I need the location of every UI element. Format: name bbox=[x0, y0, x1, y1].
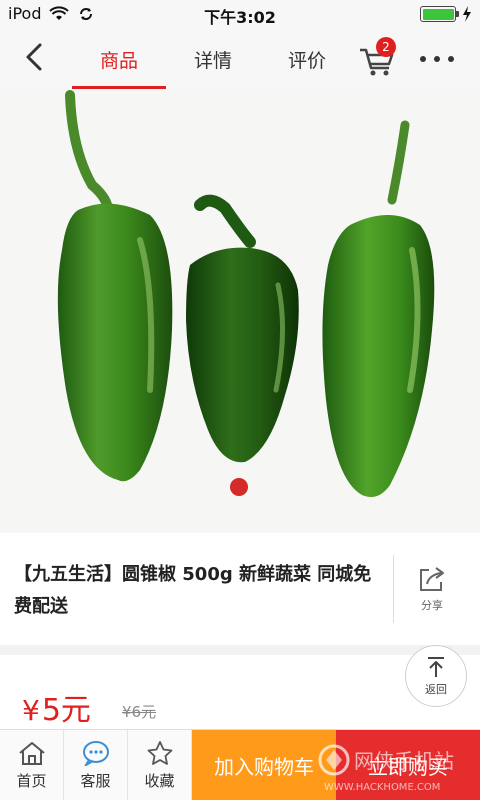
back-to-top-button[interactable]: 返回 bbox=[405, 645, 467, 707]
carousel-indicator[interactable] bbox=[230, 478, 248, 496]
home-label: 首页 bbox=[16, 772, 47, 790]
more-icon[interactable] bbox=[420, 54, 454, 64]
return-label: 返回 bbox=[425, 683, 447, 696]
product-title: 【九五生活】圆锥椒 500g 新鲜蔬菜 同城免费配送 bbox=[14, 564, 372, 617]
battery-icon bbox=[420, 6, 459, 22]
back-icon[interactable] bbox=[18, 40, 52, 74]
product-image[interactable] bbox=[0, 90, 480, 533]
favorite-button[interactable]: 收藏 bbox=[128, 730, 192, 800]
divider bbox=[393, 555, 394, 623]
price-value: 5元 bbox=[41, 693, 91, 728]
current-price: ¥ 5元 bbox=[22, 685, 91, 729]
favorite-label: 收藏 bbox=[144, 772, 175, 790]
jalapeno-peppers-image bbox=[57, 90, 435, 498]
buy-now-button[interactable]: 立即购买 bbox=[336, 730, 480, 800]
tab-product[interactable]: 商品 bbox=[72, 28, 166, 90]
status-right bbox=[420, 6, 472, 22]
tab-reviews[interactable]: 评价 bbox=[260, 28, 354, 90]
chat-icon bbox=[82, 741, 109, 766]
original-price: ¥6元 bbox=[122, 703, 157, 721]
tab-details[interactable]: 详情 bbox=[166, 28, 260, 90]
back-to-top-icon bbox=[428, 657, 444, 677]
share-button[interactable]: 分享 bbox=[400, 565, 464, 621]
cart-badge: 2 bbox=[376, 37, 396, 57]
customer-service-button[interactable]: 客服 bbox=[64, 730, 128, 800]
currency-symbol: ¥ bbox=[22, 694, 40, 727]
home-icon bbox=[18, 742, 45, 765]
home-button[interactable]: 首页 bbox=[0, 730, 64, 800]
bottom-action-bar: 首页 客服 收藏 加入购物车 立即购买 bbox=[0, 729, 480, 800]
share-icon bbox=[420, 567, 444, 591]
add-to-cart-button[interactable]: 加入购物车 bbox=[192, 730, 336, 800]
share-label: 分享 bbox=[421, 599, 443, 612]
service-label: 客服 bbox=[80, 772, 111, 790]
charging-icon bbox=[463, 6, 471, 22]
status-bar: iPod 下午3:02 bbox=[0, 0, 480, 28]
status-time: 下午3:02 bbox=[204, 8, 276, 27]
product-title-section: 【九五生活】圆锥椒 500g 新鲜蔬菜 同城免费配送 分享 bbox=[0, 533, 480, 645]
top-nav: 商品 详情 评价 2 bbox=[0, 28, 480, 90]
battery-level bbox=[422, 8, 454, 20]
star-icon bbox=[147, 741, 172, 765]
tab-bar: 商品 详情 评价 bbox=[72, 28, 354, 90]
